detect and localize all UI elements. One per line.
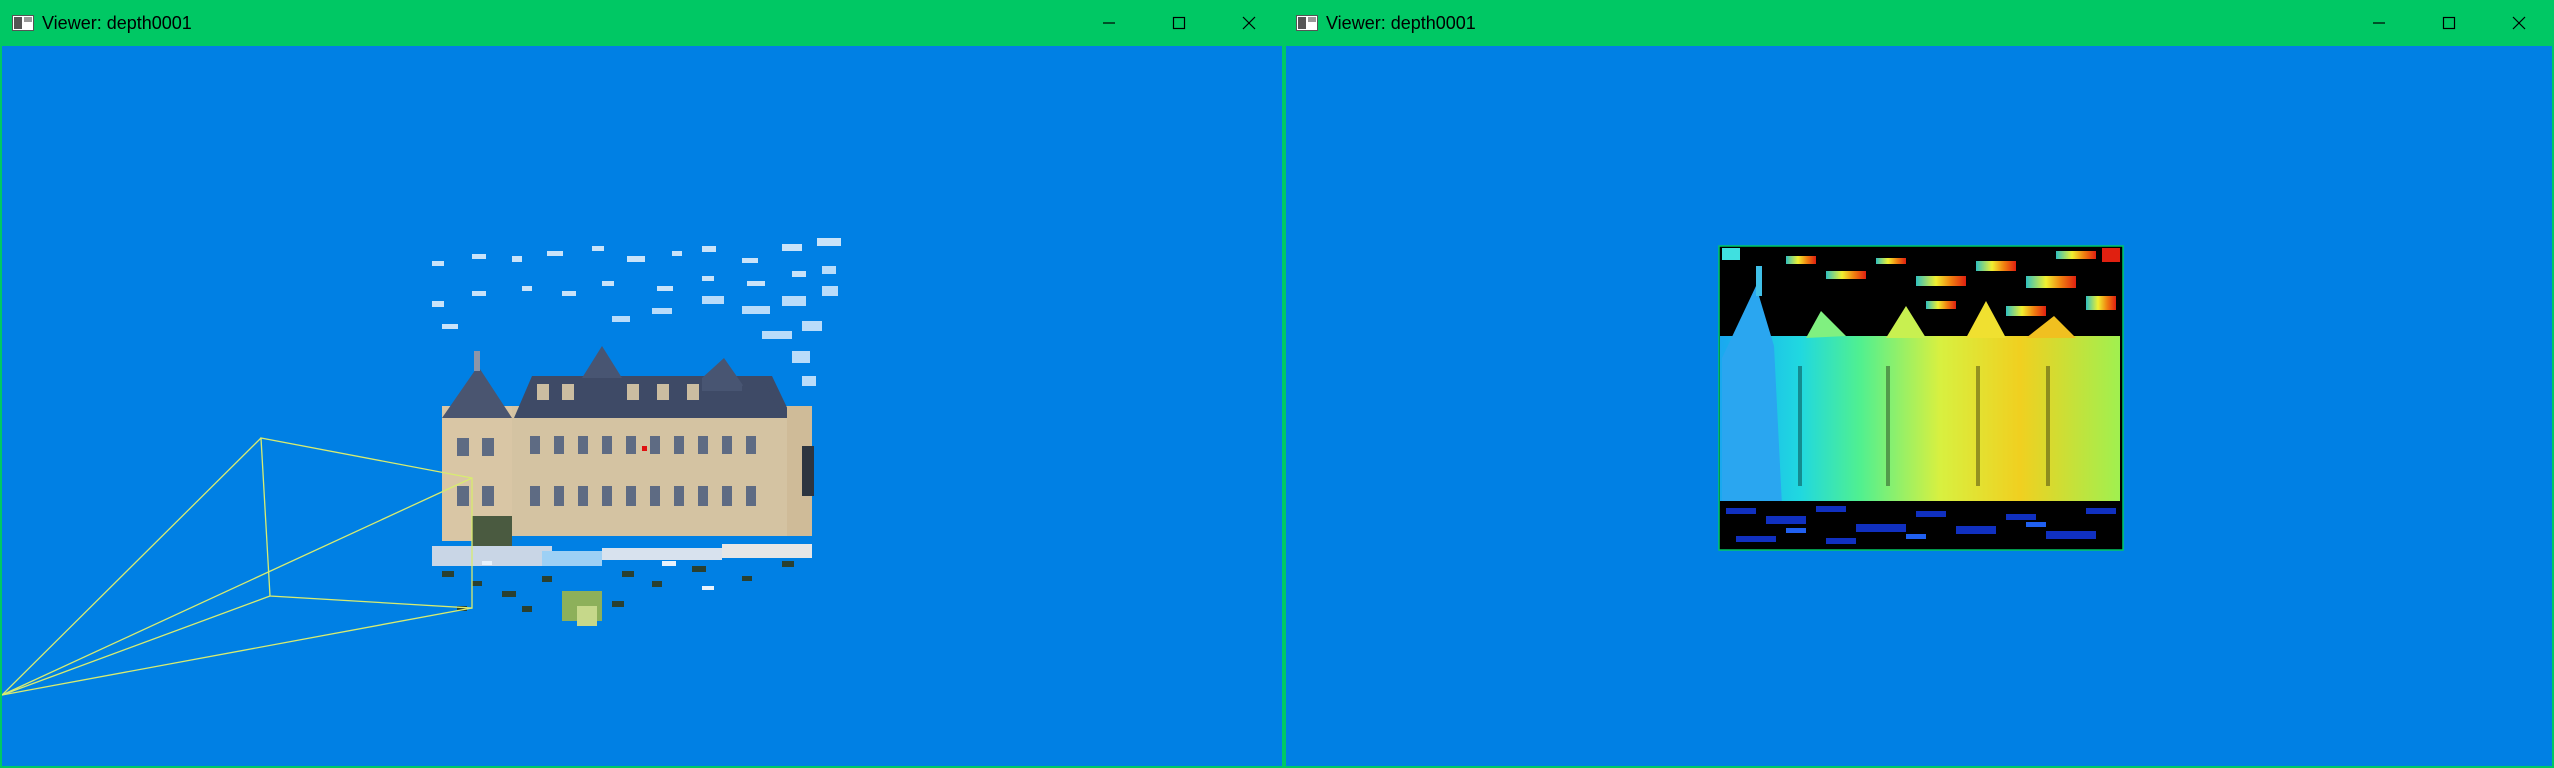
window-title: Viewer: depth0001 <box>1326 12 1476 33</box>
title-bar[interactable]: Viewer: depth0001 <box>1284 0 2554 46</box>
sky-point-cloud <box>432 238 841 329</box>
close-button[interactable] <box>1214 0 1284 46</box>
point-cloud-scene <box>2 238 841 696</box>
viewer-window-right[interactable]: Viewer: depth0001 <box>1284 0 2554 768</box>
depth-map-scene <box>1718 245 2124 551</box>
ground-point-cloud <box>432 544 812 626</box>
maximize-icon <box>2442 16 2456 30</box>
maximize-button[interactable] <box>1144 0 1214 46</box>
depth-map-image <box>1718 245 2124 551</box>
close-button[interactable] <box>2484 0 2554 46</box>
camera-frustum <box>2 437 473 696</box>
minimize-icon <box>2373 22 2385 24</box>
viewer-canvas-3d[interactable] <box>2 46 1282 766</box>
building-point-cloud <box>442 346 814 546</box>
maximize-button[interactable] <box>2414 0 2484 46</box>
minimize-icon <box>1103 22 1115 24</box>
app-icon <box>12 15 34 31</box>
window-title: Viewer: depth0001 <box>42 12 192 33</box>
title-bar[interactable]: Viewer: depth0001 <box>0 0 1284 46</box>
viewer-window-left[interactable]: Viewer: depth0001 <box>0 0 1284 768</box>
app-icon <box>1296 15 1318 31</box>
maximize-icon <box>1172 16 1186 30</box>
viewer-canvas-depth[interactable] <box>1286 46 2552 766</box>
close-icon <box>2512 16 2526 30</box>
minimize-button[interactable] <box>1074 0 1144 46</box>
minimize-button[interactable] <box>2344 0 2414 46</box>
close-icon <box>1242 16 1256 30</box>
